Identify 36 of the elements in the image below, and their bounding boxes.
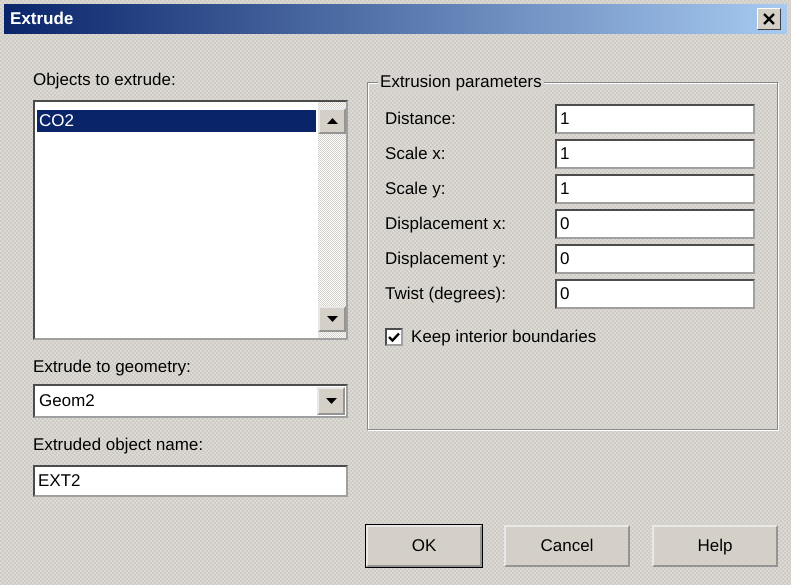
checkbox[interactable] [385,328,403,346]
parameter-field[interactable]: 0 [555,208,755,238]
window-title: Extrude [10,9,74,29]
object-name-label: Extruded object name: [33,435,204,455]
parameter-field[interactable]: 1 [555,174,755,204]
close-button[interactable] [757,8,781,30]
parameter-field[interactable]: 1 [555,138,755,168]
dialog-button[interactable]: Cancel [504,525,630,567]
down-arrow-icon [326,316,338,322]
geometry-dropdown[interactable]: Geom2 [33,384,348,418]
list-item[interactable]: CO2 [37,110,316,132]
object-name-field[interactable]: EXT2 [33,465,348,497]
objects-list[interactable]: CO2 [33,100,348,340]
close-icon [762,13,776,25]
scrollbar[interactable] [318,102,346,338]
parameter-label: Displacement x: [385,214,507,234]
parameter-field[interactable]: 0 [555,278,755,308]
parameter-field[interactable]: 0 [555,244,755,274]
parameter-label: Twist (degrees): [385,284,507,304]
dropdown-button[interactable] [317,387,345,415]
objects-label: Objects to extrude: [33,70,177,90]
parameter-field[interactable]: 1 [555,104,755,134]
geometry-label: Extrude to geometry: [33,357,192,377]
scroll-down-button[interactable] [318,306,346,332]
dialog-button[interactable]: Help [652,525,778,567]
parameter-label: Scale y: [385,178,446,198]
group-title: Extrusion parameters [378,72,544,92]
up-arrow-icon [326,118,338,124]
check-icon [388,332,400,342]
dialog-button[interactable]: OK [366,525,482,567]
checkbox-label: Keep interior boundaries [411,327,596,347]
down-arrow-icon [326,398,336,404]
parameter-label: Scale x: [385,144,446,164]
parameter-label: Displacement y: [385,248,507,268]
parameter-label: Distance: [385,108,457,128]
scroll-up-button[interactable] [318,108,346,134]
